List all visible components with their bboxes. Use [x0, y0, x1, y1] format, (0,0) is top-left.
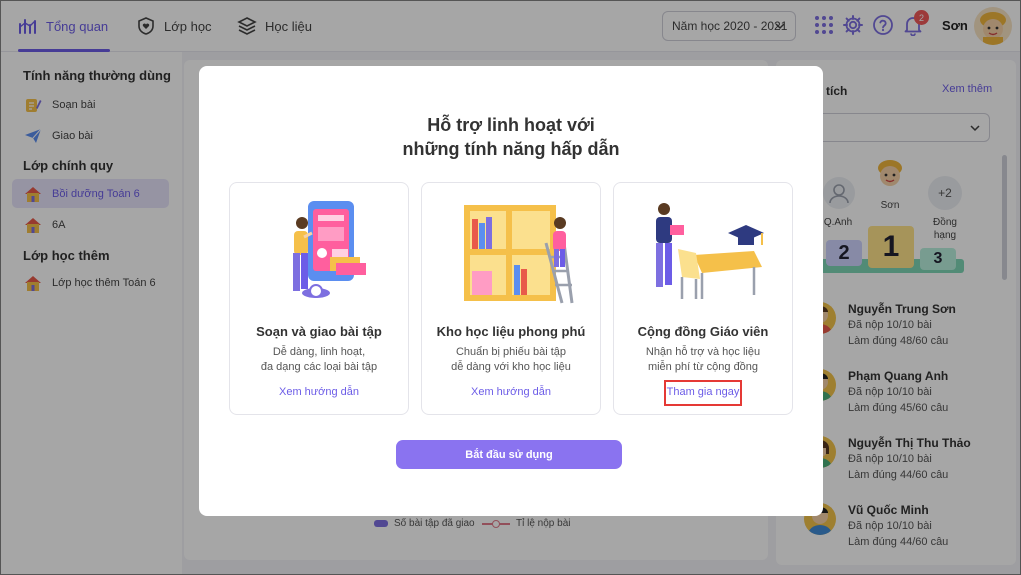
start-using-button[interactable]: Bắt đầu sử dụng	[396, 440, 622, 469]
feature-card-desc-line1: Dễ dàng, linh hoạt,	[272, 346, 366, 358]
feature-card-title: Kho học liệu phong phú	[436, 324, 586, 339]
view-guide-link[interactable]: Xem hướng dẫn	[230, 386, 408, 398]
feature-card-desc-line2: đa dạng các loại bài tập	[260, 361, 378, 373]
modal-title-line2: những tính năng hấp dẫn	[402, 139, 620, 159]
feature-card-desc-line1: Chuẩn bị phiếu bài tập	[455, 346, 567, 358]
feature-card-desc-line1: Nhận hỗ trợ và học liệu	[645, 346, 761, 358]
modal-title-line1: Hỗ trợ linh hoạt với	[427, 115, 595, 135]
join-now-highlight	[664, 380, 742, 406]
feature-intro-modal: Hỗ trợ linh hoạt với những tính năng hấp…	[199, 66, 823, 516]
teacher-community-illustration	[656, 203, 764, 299]
feature-card-soan-giao-bai: Soạn và giao bài tập Dễ dàng, linh hoạt,…	[229, 182, 409, 415]
feature-card-desc-line2: miễn phí từ cộng đồng	[647, 361, 759, 373]
view-guide-link[interactable]: Xem hướng dẫn	[422, 386, 600, 398]
feature-card-kho-hoc-lieu: Kho học liệu phong phú Chuẩn bị phiếu bà…	[421, 182, 601, 415]
feature-card-title: Soạn và giao bài tập	[256, 324, 382, 339]
teacher-tablet-illustration	[293, 201, 366, 298]
feature-card-title: Cộng đồng Giáo viên	[637, 324, 769, 339]
bookshelf-illustration	[464, 205, 574, 304]
feature-card-desc-line2: dễ dàng với kho học liệu	[451, 361, 571, 373]
